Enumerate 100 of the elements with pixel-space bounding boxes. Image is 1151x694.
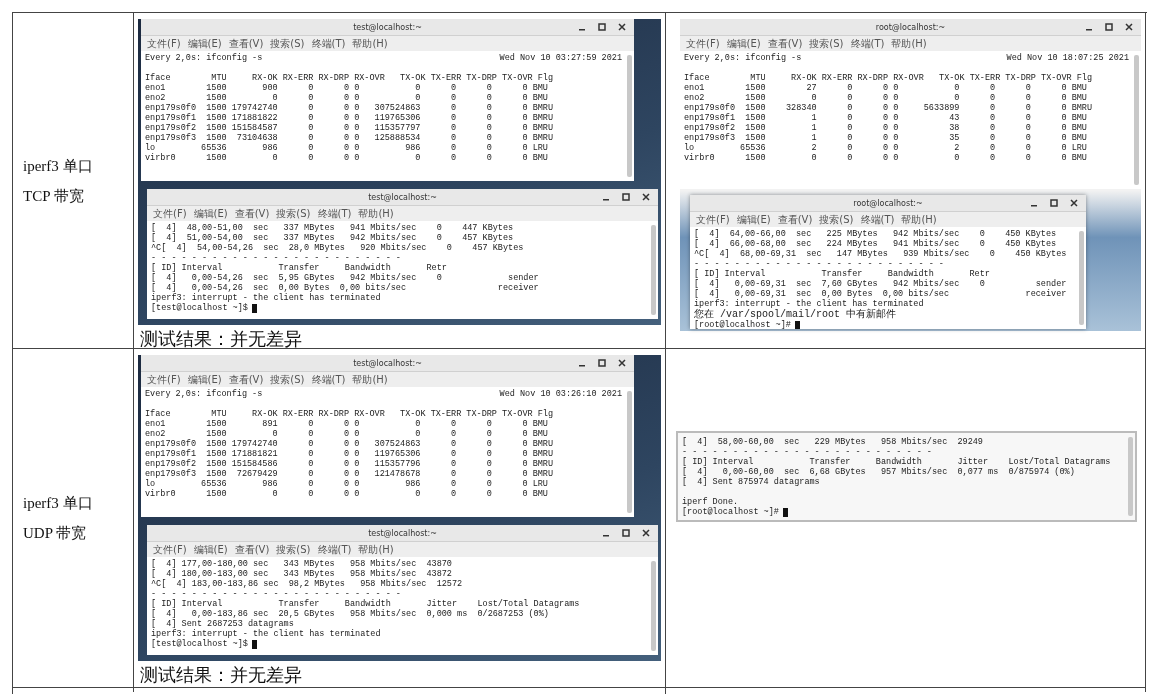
maximize-icon[interactable] [1050, 199, 1058, 207]
close-icon[interactable] [642, 529, 650, 537]
terminal-line: virbr0 1500 0 0 0 0 0 0 0 0 BMU [684, 153, 1088, 163]
scrollbar[interactable] [651, 561, 656, 651]
menu-item[interactable]: 帮助(H) [352, 36, 388, 51]
scrollbar[interactable] [627, 55, 632, 177]
terminal-line: eno2 1500 0 0 0 0 0 0 0 0 BMU [145, 93, 549, 103]
menu-item[interactable]: 编辑(E) [726, 36, 761, 51]
terminal-line: - - - - - - - - - - - - - - - - - - - - - - - - - [682, 447, 933, 457]
menu-item[interactable]: 编辑(E) [736, 212, 771, 227]
terminal-line: [ ID] Interval Transfer Bandwidth Jitter Lost/Total Datagrams [682, 457, 1112, 467]
menu-item[interactable]: 文件(F) [147, 372, 181, 387]
scrollbar[interactable] [1134, 55, 1139, 185]
menu-item[interactable]: 文件(F) [153, 206, 187, 221]
scrollbar[interactable] [627, 391, 632, 513]
menu-item[interactable]: 终端(T) [311, 372, 346, 387]
terminal-line: [ 4] 0,00-69,31 sec 0,00 Bytes 0,00 bits/sec receiver [694, 289, 1068, 299]
menu-item[interactable]: 搜索(S) [270, 372, 305, 387]
menu-item[interactable]: 帮助(H) [358, 206, 394, 221]
menu-item[interactable]: 搜索(S) [819, 212, 854, 227]
maximize-icon[interactable] [1105, 23, 1113, 31]
terminal-line: [ 4] 177,00-180,00 sec 343 MBytes 958 Mbits/sec 43870 [151, 559, 453, 569]
menu-item[interactable]: 帮助(H) [891, 36, 927, 51]
menu-item[interactable]: 搜索(S) [809, 36, 844, 51]
menu-item[interactable]: 终端(T) [860, 212, 895, 227]
watch-command: Every 2,0s: ifconfig -s [684, 53, 802, 63]
menu-item[interactable]: 编辑(E) [187, 36, 222, 51]
menu-item[interactable]: 帮助(H) [901, 212, 937, 227]
menu-item[interactable]: 查看(V) [228, 372, 264, 387]
menu-item[interactable]: 终端(T) [317, 206, 352, 221]
maximize-icon[interactable] [622, 529, 630, 537]
close-icon[interactable] [618, 359, 626, 367]
menu-item[interactable]: 帮助(H) [352, 372, 388, 387]
text-cursor [782, 507, 788, 517]
menu-item[interactable]: 文件(F) [696, 212, 730, 227]
terminal-line: [ ID] Interval Transfer Bandwidth Retr [694, 269, 991, 279]
menu-item[interactable]: 编辑(E) [187, 372, 222, 387]
menu-item[interactable]: 搜索(S) [270, 36, 305, 51]
menu-item[interactable]: 文件(F) [153, 542, 187, 557]
menu-item[interactable]: 文件(F) [147, 36, 181, 51]
row-label: iperf3 单口 UDP 带宽 [23, 494, 93, 543]
menu-item[interactable]: 终端(T) [311, 36, 346, 51]
terminal-line: [ 4] 66,00-68,00 sec 224 MBytes 941 Mbits/sec 0 450 KBytes [694, 239, 1058, 249]
terminal-line: enp179s0f0 1500 179742740 0 0 0 307524863 0 0 0 BMRU [145, 103, 555, 113]
terminal-line: enp179s0f3 1500 1 0 0 0 35 0 0 0 BMU [684, 133, 1088, 143]
terminal-line: eno2 1500 0 0 0 0 0 0 0 0 BMU [145, 429, 549, 439]
timestamp: Wed Nov 10 03:27:59 2021 [499, 53, 622, 63]
caption: 测试结果：并无差异 [139, 664, 303, 687]
close-icon[interactable] [642, 193, 650, 201]
menu-item[interactable]: 编辑(E) [193, 542, 228, 557]
scrollbar[interactable] [651, 225, 656, 315]
terminal-line: [ 4] 0,00-183,86 sec 20,5 GBytes 958 Mbits/sec 0,000 ms 0/2687253 (0%) [151, 609, 550, 619]
menu-item[interactable]: 查看(V) [234, 206, 270, 221]
shell-prompt: [root@localhost ~]# [682, 507, 779, 517]
terminal-line: [ ID] Interval Transfer Bandwidth Jitter Lost/Total Datagrams [151, 599, 581, 609]
close-icon[interactable] [1070, 199, 1078, 207]
menu-item[interactable]: 文件(F) [686, 36, 720, 51]
terminal-line: [ 4] 0,00-54,26 sec 0,00 Bytes 0,00 bits/sec receiver [151, 283, 540, 293]
menu-item[interactable]: 搜索(S) [276, 542, 311, 557]
menu-item[interactable]: 搜索(S) [276, 206, 311, 221]
terminal-line: iperf3: interrupt - the client has terminated [694, 299, 925, 309]
terminal-line: eno2 1500 0 0 0 0 0 0 0 0 BMU [684, 93, 1088, 103]
terminal-line: virbr0 1500 0 0 0 0 0 0 0 0 BMU [145, 489, 549, 499]
terminal-line: enp179s0f1 1500 171881821 0 0 0 119765306 0 0 0 BMRU [145, 449, 555, 459]
row-label: iperf3 单口 TCP 带宽 [23, 156, 93, 206]
terminal-line: enp179s0f0 1500 179742740 0 0 0 307524863 0 0 0 BMRU [145, 439, 555, 449]
terminal-line: [ 4] 64,00-66,00 sec 225 MBytes 942 Mbits/sec 0 450 KBytes [694, 229, 1058, 239]
shell-prompt: [test@localhost ~]$ [151, 303, 248, 313]
terminal-line: virbr0 1500 0 0 0 0 0 0 0 0 BMU [145, 153, 549, 163]
menu-item[interactable]: 终端(T) [850, 36, 885, 51]
terminal-line: enp179s0f2 1500 1 0 0 0 38 0 0 0 BMU [684, 123, 1088, 133]
terminal-line: iperf3: interrupt - the client has terminated [151, 629, 382, 639]
close-icon[interactable] [1125, 23, 1133, 31]
terminal-line: [ ID] Interval Transfer Bandwidth Retr [151, 263, 448, 273]
terminal-line: - - - - - - - - - - - - - - - - - - - - - - - - - [151, 253, 402, 263]
menu-item[interactable]: 帮助(H) [358, 542, 394, 557]
maximize-icon[interactable] [598, 23, 606, 31]
timestamp: Wed Nov 10 18:07:25 2021 [1006, 53, 1129, 63]
terminal-line: eno1 1500 900 0 0 0 0 0 0 0 BMU [145, 83, 549, 93]
terminal-line: ^C[ 4] 54,00-54,26 sec 28,0 MBytes 920 Mbits/sec 0 457 KBytes [151, 243, 525, 253]
maximize-icon[interactable] [622, 193, 630, 201]
terminal-line: - - - - - - - - - - - - - - - - - - - - - - - - - [151, 589, 402, 599]
scrollbar[interactable] [1079, 231, 1084, 325]
menu-item[interactable]: 查看(V) [228, 36, 264, 51]
scrollbar[interactable] [1128, 437, 1133, 516]
menu-item[interactable]: 查看(V) [767, 36, 803, 51]
terminal-line: [ 4] 48,00-51,00 sec 337 MBytes 941 Mbits/sec 0 447 KBytes [151, 223, 515, 233]
window-title: test@localhost:~ [368, 192, 437, 202]
menu-item[interactable]: 查看(V) [777, 212, 813, 227]
window-title: test@localhost:~ [353, 358, 422, 368]
window-title: test@localhost:~ [368, 528, 437, 538]
menu-item[interactable]: 查看(V) [234, 542, 270, 557]
close-icon[interactable] [618, 23, 626, 31]
menu-item[interactable]: 终端(T) [317, 542, 352, 557]
text-cursor [251, 639, 257, 649]
watch-command: Every 2,0s: ifconfig -s [145, 389, 263, 399]
watch-command: Every 2,0s: ifconfig -s [145, 53, 263, 63]
maximize-icon[interactable] [598, 359, 606, 367]
table-header: Iface MTU RX-OK RX-ERR RX-DRP RX-OVR TX-OK TX-ERR TX-DRP TX-OVR Flg [145, 73, 555, 83]
menu-item[interactable]: 编辑(E) [193, 206, 228, 221]
